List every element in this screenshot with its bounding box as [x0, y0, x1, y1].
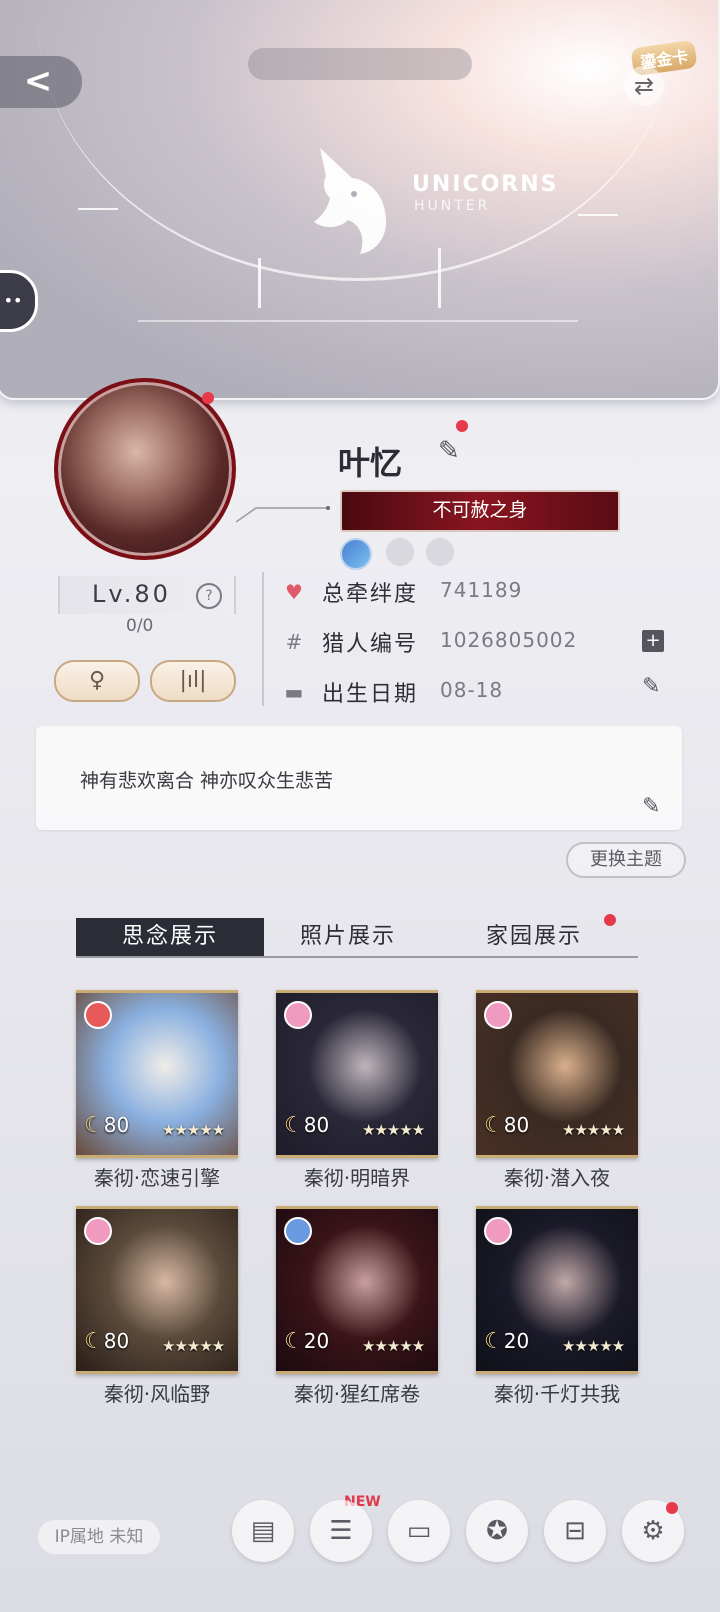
stat-label: 猎人编号 [322, 632, 419, 657]
signature-text: 神有悲欢离合 神亦叹众生悲苦 [80, 770, 334, 792]
logo-title: UNICORNS [412, 172, 559, 197]
memory-card[interactable]: ☾80 ★★★★★ [476, 990, 638, 1158]
star-rating: ★★★★★ [162, 1337, 225, 1355]
stat-value: 741189 [440, 578, 523, 602]
level-label: Lv.80 [92, 580, 171, 608]
memory-card[interactable]: ☾20 ★★★★★ [276, 1206, 438, 1374]
notification-dot [202, 392, 214, 404]
memory-card[interactable]: ☾80 ★★★★★ [76, 1206, 238, 1374]
card-level: ☾80 [484, 1113, 530, 1138]
edit-signature-pencil-icon[interactable]: ✎ [642, 794, 660, 819]
heart-icon: ♥ [285, 580, 303, 604]
rarity-badge-icon [84, 1217, 112, 1245]
star-rating: ★★★★★ [362, 1337, 425, 1355]
medal-slot-zodiac[interactable] [340, 538, 372, 570]
status-pill [248, 48, 472, 80]
rarity-badge-icon [484, 1001, 512, 1029]
moon-icon: ☾ [484, 1113, 504, 1138]
memory-card[interactable]: ☾80 ★★★★★ [76, 990, 238, 1158]
message-board-icon[interactable]: ▭ [388, 1500, 450, 1562]
moon-icon: ☾ [484, 1329, 504, 1354]
copy-icon[interactable]: + [642, 630, 664, 652]
hash-icon: # [285, 630, 303, 654]
star-rating: ★★★★★ [562, 1337, 625, 1355]
level-progress: 0/0 [126, 616, 154, 636]
star-rating: ★★★★★ [362, 1121, 425, 1139]
ip-location-label: IP属地 未知 [38, 1520, 160, 1554]
document-icon[interactable]: ▤ [232, 1500, 294, 1562]
notification-dot [666, 1502, 678, 1514]
card-name: 秦彻·明暗界 [303, 1166, 411, 1190]
moon-icon: ☾ [284, 1329, 304, 1354]
rarity-badge-icon [284, 1001, 312, 1029]
stat-label: 总牵绊度 [322, 582, 419, 607]
badge-icon[interactable]: ✪ [466, 1500, 528, 1562]
card-level: ☾20 [484, 1329, 530, 1354]
stat-value: 1026805002 [440, 628, 578, 652]
waveform-icon: |ıl| [179, 668, 207, 693]
voice-button[interactable]: |ıl| [150, 660, 236, 702]
medal-slot-empty[interactable] [386, 538, 414, 566]
divider [262, 572, 264, 706]
moon-icon: ☾ [84, 1329, 104, 1354]
bag-icon[interactable]: ⊟ [544, 1500, 606, 1562]
memory-card[interactable]: ☾80 ★★★★★ [276, 990, 438, 1158]
swap-icon[interactable]: ⇄ [624, 66, 664, 106]
card-name: 秦彻·恋速引擎 [93, 1166, 221, 1190]
rarity-badge-icon [484, 1217, 512, 1245]
rarity-badge-icon [284, 1217, 312, 1245]
stat-row-bond: ♥ 总牵绊度 741189 [282, 574, 682, 614]
stat-row-hunter-id: # 猎人编号 1026805002 [282, 624, 682, 664]
stat-row-birthday: ▬ 出生日期 08-18 [282, 674, 682, 714]
title-connector-line [236, 506, 330, 523]
notification-dot [456, 420, 468, 432]
stat-label: 出生日期 [322, 682, 419, 707]
moon-icon: ☾ [84, 1113, 104, 1138]
card-level: ☾80 [284, 1113, 330, 1138]
briefcase-icon: ▬ [284, 680, 304, 704]
tab-home[interactable]: 家园展示 [486, 918, 582, 956]
avatar-button[interactable]: ♀ [54, 660, 140, 702]
card-level: ☾80 [84, 1329, 130, 1354]
avatar[interactable] [54, 378, 236, 560]
card-level: ☾20 [284, 1329, 330, 1354]
edit-name-pencil-icon[interactable]: ✎ [438, 436, 460, 466]
star-rating: ★★★★★ [162, 1121, 225, 1139]
notification-dot [604, 914, 616, 926]
tab-photos[interactable]: 照片展示 [300, 918, 396, 956]
logo-subtitle: HUNTER [414, 198, 491, 214]
moon-icon: ☾ [284, 1113, 304, 1138]
card-name: 秦彻·千灯共我 [493, 1382, 621, 1406]
profile-name: 叶忆 [338, 444, 403, 482]
medal-slot-empty[interactable] [426, 538, 454, 566]
rarity-badge-icon [84, 1001, 112, 1029]
back-button[interactable]: < [0, 56, 82, 108]
memory-card[interactable]: ☾20 ★★★★★ [476, 1206, 638, 1374]
help-icon[interactable]: ? [196, 583, 222, 609]
list-icon[interactable]: ☰ [310, 1500, 372, 1562]
card-name: 秦彻·风临野 [103, 1382, 211, 1406]
tab-memories[interactable]: 思念展示 [76, 918, 264, 956]
person-icon: ♀ [88, 668, 106, 693]
edit-birthday-pencil-icon[interactable]: ✎ [642, 674, 660, 699]
card-level: ☾80 [84, 1113, 130, 1138]
tab-underline [76, 956, 638, 958]
unicorn-logo-icon [314, 148, 386, 254]
card-name: 秦彻·猩红席卷 [293, 1382, 421, 1406]
change-theme-button[interactable]: 更换主题 [566, 842, 686, 878]
title-badge[interactable]: 不可赦之身 [340, 490, 620, 532]
stat-value: 08-18 [440, 678, 504, 702]
star-rating: ★★★★★ [562, 1121, 625, 1139]
back-arrow-icon: < [23, 61, 53, 101]
card-name: 秦彻·潜入夜 [503, 1166, 611, 1190]
